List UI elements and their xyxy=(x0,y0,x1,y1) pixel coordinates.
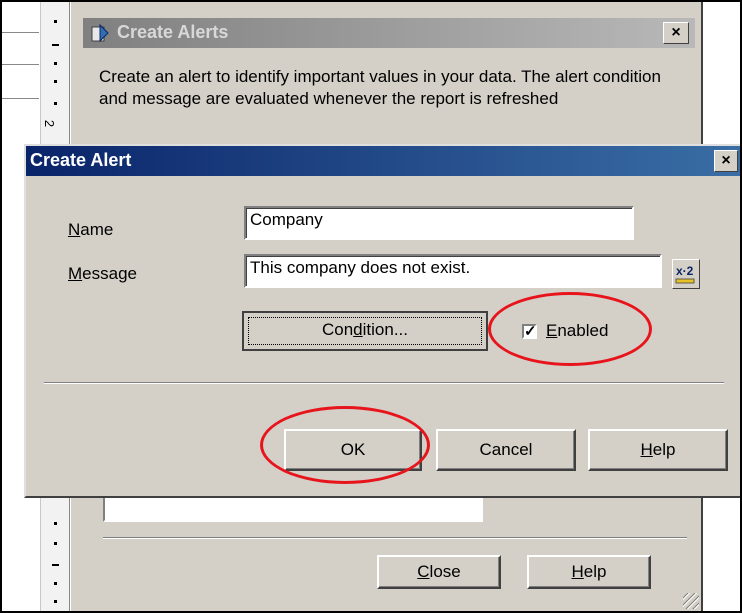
create-alerts-close-button[interactable]: × xyxy=(663,22,689,44)
create-alert-titlebar: Create Alert × xyxy=(26,146,740,176)
ruler-number: 2 xyxy=(42,119,58,128)
create-alert-title: Create Alert xyxy=(30,150,132,170)
separator xyxy=(44,382,724,384)
resize-grip[interactable] xyxy=(683,593,699,609)
screenshot-frame: 2 Create Alerts × Create an alert to ide… xyxy=(0,0,742,613)
create-alert-close-button[interactable]: × xyxy=(714,150,738,172)
ruler-line xyxy=(2,64,39,65)
close-icon: × xyxy=(671,24,681,41)
ok-highlight-ellipse xyxy=(260,406,430,484)
ruler-tick xyxy=(54,582,57,585)
alerts-app-icon xyxy=(91,24,109,42)
ruler-tick xyxy=(52,44,59,46)
ruler-line xyxy=(2,98,39,99)
ruler-tick xyxy=(52,564,59,566)
enabled-highlight-ellipse xyxy=(488,292,652,366)
alerts-help-button[interactable]: Help xyxy=(527,555,651,589)
ruler-tick xyxy=(54,600,57,603)
name-field[interactable]: Company xyxy=(244,206,634,240)
help-button[interactable]: Help xyxy=(588,429,728,471)
cancel-button[interactable]: Cancel xyxy=(436,429,576,471)
focus-indicator xyxy=(248,317,482,345)
ruler-line xyxy=(2,32,39,33)
separator xyxy=(103,537,687,539)
ruler-tick xyxy=(54,542,57,545)
name-label: Name xyxy=(68,220,114,239)
ruler-tick xyxy=(54,102,57,105)
close-icon: × xyxy=(721,152,731,169)
ruler-tick xyxy=(54,62,57,65)
formula-icon-text: x·2 xyxy=(676,264,694,278)
message-field[interactable]: This company does not exist. xyxy=(244,254,662,288)
create-alerts-description: Create an alert to identify important va… xyxy=(99,67,661,108)
condition-button[interactable]: Condition... xyxy=(242,311,488,351)
message-label: Message xyxy=(68,264,137,283)
create-alerts-title: Create Alerts xyxy=(117,22,229,42)
create-alerts-titlebar: Create Alerts × xyxy=(83,18,695,48)
ruler-tick xyxy=(54,80,57,83)
formula-button[interactable]: x·2 xyxy=(672,259,700,289)
ruler-tick xyxy=(54,522,57,525)
ruler-tick xyxy=(54,20,57,23)
close-button[interactable]: Close xyxy=(377,555,501,589)
formula-icon: x·2 xyxy=(675,264,695,284)
